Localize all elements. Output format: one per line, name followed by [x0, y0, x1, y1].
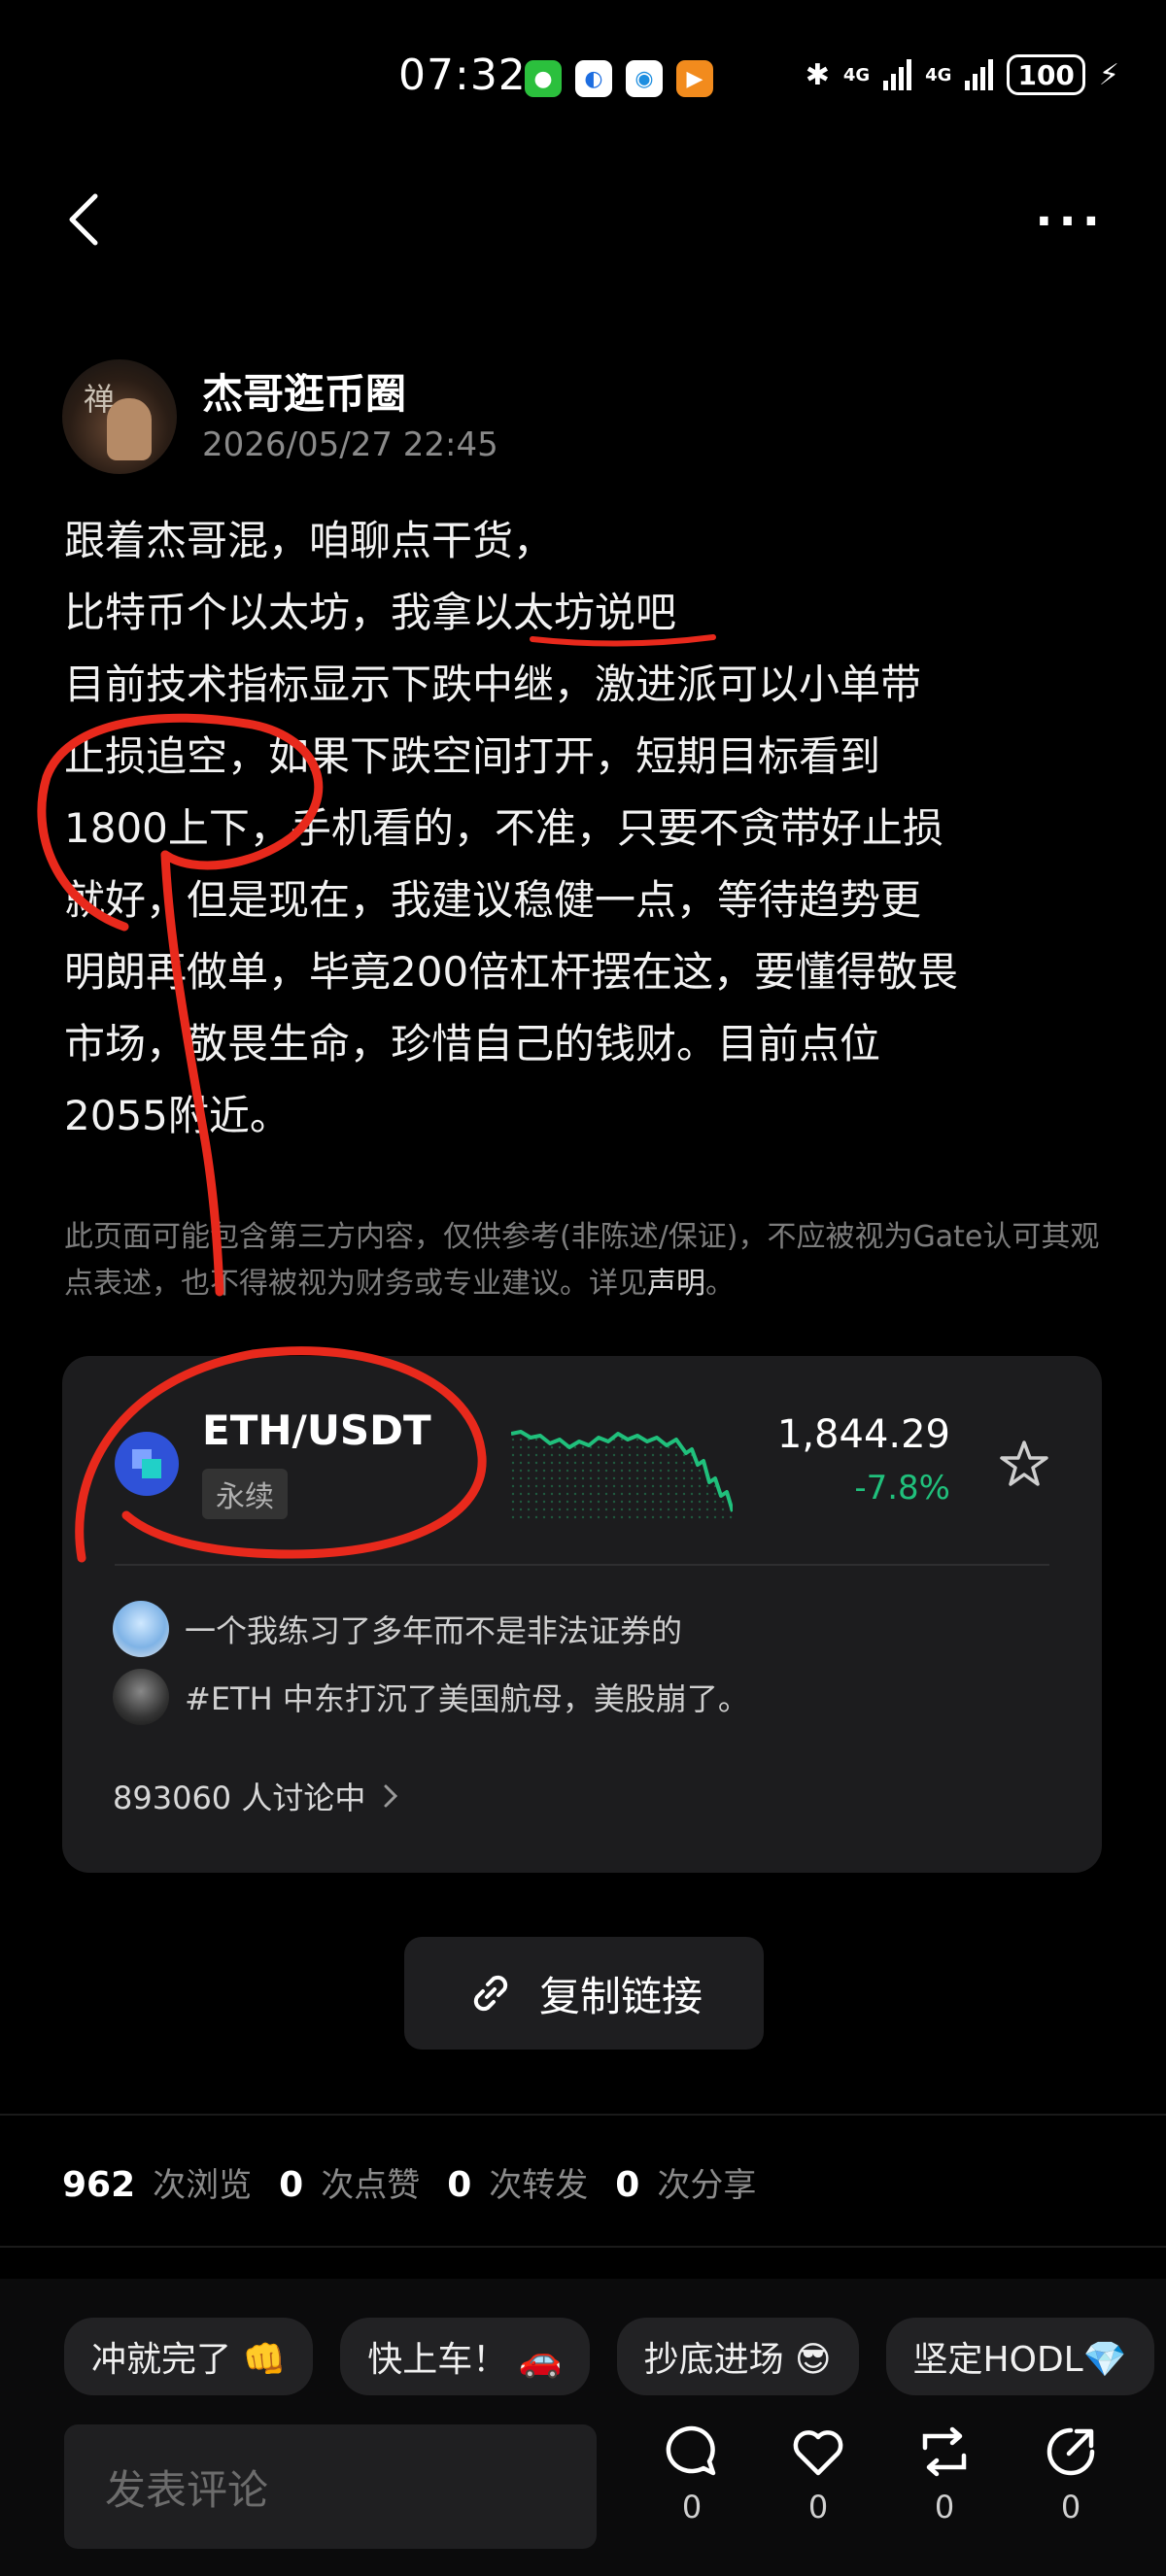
author-name[interactable]: 杰哥逛币圈: [202, 361, 406, 421]
share-icon: [1046, 2427, 1095, 2476]
battery-level: 100: [1017, 58, 1075, 91]
card-divider: [115, 1564, 1049, 1566]
avatar-figure: [107, 398, 152, 460]
eth-coin-icon: [115, 1432, 179, 1496]
copy-link-label: 复制链接: [538, 1972, 703, 2020]
disclaimer-link[interactable]: 声明: [647, 1267, 705, 1301]
charging-icon: ⚡: [1098, 57, 1119, 92]
post-body: 跟着杰哥混，咱聊点干货， 比特币个以太坊，我拿以太坊说吧 目前技术指标显示下跌中…: [64, 505, 1114, 1152]
network-4g-label-2: 4G: [925, 64, 952, 85]
discussing-count-label: 893060 人讨论中: [113, 1779, 366, 1816]
repost-action[interactable]: 0: [906, 2423, 983, 2525]
discussion-item[interactable]: 一个我练习了多年而不是非法证券的: [113, 1601, 682, 1657]
signal-icon-2: [965, 59, 994, 90]
perpetual-tag: 永续: [202, 1469, 288, 1519]
post-timestamp: 2026/05/27 22:45: [202, 425, 498, 464]
notification-icons: ● ◐ ◉ ▶: [525, 60, 713, 97]
author-avatar[interactable]: 禅: [62, 359, 177, 474]
wechat-icon: ●: [525, 60, 562, 97]
network-4g-label: 4G: [842, 64, 871, 85]
quick-reply-chip[interactable]: 快上车！ 🚗: [340, 2318, 590, 2395]
bottom-bar: 冲就完了 👊 快上车！ 🚗 抄底进场 😎 坚定HODL💎 发表评论 0 0 0: [0, 2279, 1166, 2576]
quick-reply-chip[interactable]: 坚定HODL💎: [885, 2318, 1154, 2395]
copy-link-button[interactable]: 复制链接: [404, 1937, 764, 2050]
likes-label: 次点赞: [321, 2166, 421, 2205]
comment-bubble-icon: [666, 2425, 716, 2476]
repost-icon: [922, 2426, 967, 2477]
disclaimer-end: 。: [705, 1267, 735, 1301]
user-avatar: [113, 1601, 169, 1657]
like-count: 0: [807, 2489, 829, 2525]
share-count: 0: [1060, 2489, 1081, 2525]
status-time: 07:32: [398, 51, 527, 100]
disclaimer: 此页面可能包含第三方内容，仅供参考(非陈述/保证)，不应被视为Gate认可其观点…: [64, 1214, 1104, 1307]
reposts-label: 次转发: [489, 2166, 589, 2205]
views-label: 次浏览: [153, 2166, 253, 2205]
post-line: 目前技术指标显示下跌中继，激进派可以小单带: [64, 661, 922, 708]
discussion-text: 一个我练习了多年而不是非法证券的: [185, 1612, 683, 1649]
comment-count: 0: [681, 2489, 703, 2525]
price-sparkline: [511, 1430, 733, 1521]
views-count: 962: [62, 2165, 136, 2205]
favorite-star-icon[interactable]: [997, 1438, 1051, 1492]
heart-icon: [793, 2430, 843, 2476]
quick-replies: 冲就完了 👊 快上车！ 🚗 抄底进场 😎 坚定HODL💎: [64, 2318, 1154, 2395]
media-icon: ▶: [676, 60, 713, 97]
shares-count: 0: [615, 2165, 640, 2205]
section-divider: [0, 2114, 1166, 2116]
post-line: 跟着杰哥混，咱聊点干货，: [64, 517, 555, 564]
repost-count: 0: [934, 2489, 955, 2525]
market-card[interactable]: ETH/USDT 永续 1,844.29 -7.8% 一个我练习了多年而不是非法…: [62, 1356, 1102, 1873]
comment-input[interactable]: 发表评论: [64, 2424, 597, 2549]
post-line: 比特币个以太坊，我拿以太坊说吧: [64, 589, 677, 636]
price-change: -7.8%: [854, 1469, 950, 1508]
back-arrow-icon[interactable]: [64, 190, 103, 249]
more-options-icon[interactable]: ···: [1035, 194, 1106, 249]
post-line: 明朗再做单，毕竟200倍杠杆摆在这，要懂得敬畏: [64, 948, 959, 996]
current-price: 1,844.29: [776, 1412, 950, 1457]
discussion-item[interactable]: #ETH 中东打沉了美国航母，美股崩了。: [113, 1669, 749, 1725]
discussing-count[interactable]: 893060 人讨论中: [113, 1774, 398, 1818]
link-icon: [473, 1975, 508, 2012]
quick-reply-chip[interactable]: 抄底进场 😎: [616, 2318, 859, 2395]
trading-pair[interactable]: ETH/USDT: [202, 1407, 431, 1454]
section-divider: [0, 2246, 1166, 2248]
share-action[interactable]: 0: [1032, 2423, 1110, 2525]
post-line: 止损追空，如果下跌空间打开，短期目标看到: [64, 732, 881, 780]
discussion-text: #ETH 中东打沉了美国航母，美股崩了。: [185, 1680, 749, 1717]
likes-count: 0: [279, 2165, 304, 2205]
status-bar: 07:32 ● ◐ ◉ ▶ ✱ 4G 4G 100 ⚡: [0, 0, 1166, 155]
like-action[interactable]: 0: [779, 2423, 857, 2525]
comment-action[interactable]: 0: [653, 2423, 731, 2525]
app-notify-icon: ◐: [575, 60, 612, 97]
bluetooth-icon: ✱: [805, 57, 830, 92]
post-line: 就好，但是现在，我建议稳健一点，等待趋势更: [64, 876, 922, 924]
disclaimer-text: 此页面可能包含第三方内容，仅供参考(非陈述/保证)，不应被视为Gate认可其观点…: [64, 1220, 1100, 1301]
post-stats: 962 次浏览 0 次点赞 0 次转发 0 次分享: [62, 2158, 756, 2206]
user-avatar: [113, 1669, 169, 1725]
reposts-count: 0: [447, 2165, 472, 2205]
browser-icon: ◉: [626, 60, 663, 97]
post-line: 1800上下，手机看的，不准，只要不贪带好止损: [64, 804, 943, 852]
system-status: ✱ 4G 4G 100 ⚡: [806, 54, 1119, 95]
post-line: 2055附近。: [64, 1092, 291, 1139]
post-line: 市场，敬畏生命，珍惜自己的钱财。目前点位: [64, 1020, 881, 1068]
shares-label: 次分享: [657, 2166, 757, 2205]
signal-icon: [883, 59, 912, 90]
chevron-right-icon: [384, 1784, 398, 1808]
battery-indicator: 100: [1007, 54, 1085, 95]
quick-reply-chip[interactable]: 冲就完了 👊: [64, 2318, 314, 2395]
